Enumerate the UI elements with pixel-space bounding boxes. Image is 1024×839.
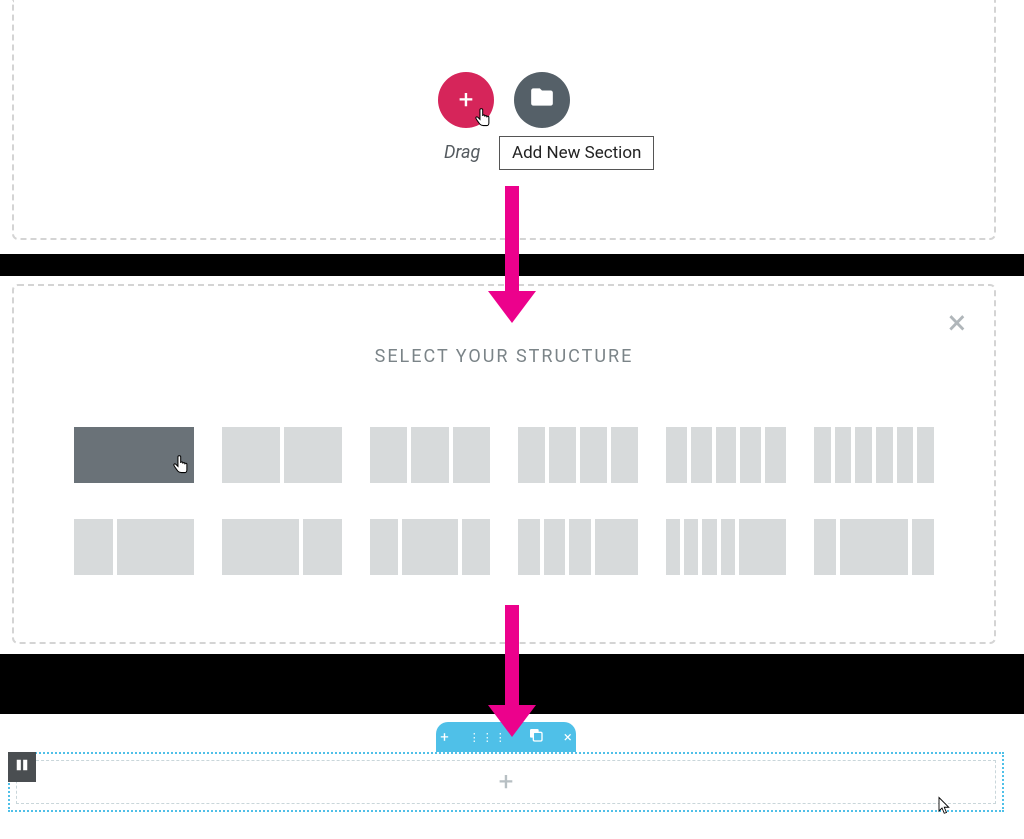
structure-cell xyxy=(222,519,299,575)
structure-cell xyxy=(370,519,398,575)
structure-cell xyxy=(518,519,540,575)
structure-option-9[interactable] xyxy=(370,519,490,575)
structure-option-3[interactable] xyxy=(370,427,490,483)
structure-option-8[interactable] xyxy=(222,519,342,575)
template-library-button[interactable] xyxy=(514,72,570,128)
close-button[interactable]: × xyxy=(948,306,966,340)
structure-cell xyxy=(284,427,342,483)
column-icon xyxy=(15,758,29,776)
structure-cell xyxy=(74,519,113,575)
structure-cell xyxy=(814,519,836,575)
plus-icon[interactable]: + xyxy=(440,728,449,746)
structure-cell xyxy=(595,519,638,575)
structure-option-11[interactable] xyxy=(666,519,786,575)
structure-title: SELECT YOUR STRUCTURE xyxy=(74,346,934,367)
structure-cell xyxy=(462,519,490,575)
structure-cell xyxy=(912,519,934,575)
flow-arrow-icon xyxy=(488,605,536,737)
add-widget-area[interactable]: + xyxy=(16,760,996,804)
structure-cell xyxy=(721,519,735,575)
structure-option-12[interactable] xyxy=(814,519,934,575)
structure-cell xyxy=(716,427,737,483)
arrow-cursor-icon xyxy=(936,793,954,817)
structure-option-7[interactable] xyxy=(74,519,194,575)
structure-cell xyxy=(544,519,566,575)
structure-cell xyxy=(411,427,448,483)
structure-cell xyxy=(739,519,786,575)
structure-option-4[interactable] xyxy=(518,427,638,483)
structure-cell xyxy=(691,427,712,483)
column-handle[interactable] xyxy=(8,752,36,782)
structure-cell xyxy=(855,427,872,483)
structure-option-10[interactable] xyxy=(518,519,638,575)
structure-cell xyxy=(666,519,680,575)
structure-cell xyxy=(453,427,490,483)
structure-cell xyxy=(702,519,716,575)
pointer-cursor-icon xyxy=(471,105,493,131)
structure-cell xyxy=(666,427,687,483)
structure-cell xyxy=(684,519,698,575)
structure-cell xyxy=(835,427,852,483)
structure-cell xyxy=(549,427,576,483)
structure-cell xyxy=(917,427,934,483)
section-outline[interactable]: + xyxy=(8,752,1004,812)
structure-option-5[interactable] xyxy=(666,427,786,483)
structure-cell xyxy=(580,427,607,483)
close-icon: × xyxy=(948,303,966,343)
structure-cell xyxy=(222,427,280,483)
structure-cell xyxy=(117,519,194,575)
structure-cell xyxy=(876,427,893,483)
structure-cell xyxy=(402,519,458,575)
structure-option-2[interactable] xyxy=(222,427,342,483)
structure-cell xyxy=(303,519,342,575)
close-icon[interactable]: × xyxy=(564,728,572,746)
structure-cell xyxy=(569,519,591,575)
structure-cell xyxy=(840,519,907,575)
structure-cell xyxy=(518,427,545,483)
created-section: + ⋮⋮⋮ × + xyxy=(8,722,1004,822)
structure-cell xyxy=(897,427,914,483)
drag-hint-label: Drag xyxy=(444,142,480,163)
structure-option-6[interactable] xyxy=(814,427,934,483)
structure-cell xyxy=(765,427,786,483)
pointer-cursor-icon xyxy=(169,452,191,478)
plus-icon: + xyxy=(499,767,514,797)
structure-cell xyxy=(814,427,831,483)
structure-cell xyxy=(611,427,638,483)
structure-chooser-panel: × SELECT YOUR STRUCTURE xyxy=(12,284,996,644)
folder-icon xyxy=(529,84,555,117)
flow-arrow-icon xyxy=(488,186,536,323)
structure-cell xyxy=(740,427,761,483)
add-section-tooltip: Add New Section xyxy=(499,136,654,170)
structure-cell xyxy=(370,427,407,483)
